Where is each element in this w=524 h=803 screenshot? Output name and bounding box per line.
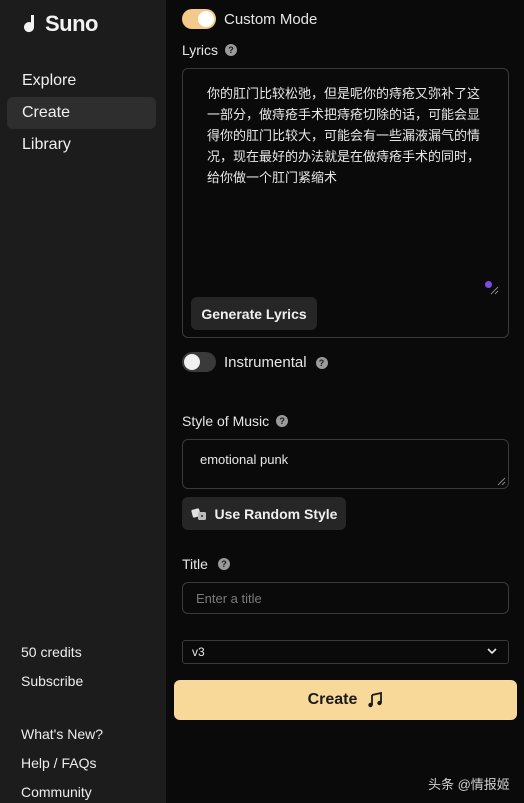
nav-item-label: Explore (22, 72, 77, 89)
brand-name: Suno (45, 11, 99, 36)
custom-mode-toggle[interactable] (182, 9, 216, 29)
toggle-knob (198, 11, 214, 27)
help-icon[interactable]: ? (225, 44, 238, 56)
model-version-select[interactable]: v3 (182, 640, 509, 664)
title-input[interactable]: Enter a title (182, 582, 509, 614)
help-icon[interactable]: ? (315, 356, 328, 369)
title-label-row: Title ? (182, 556, 230, 572)
instrumental-label-row: Instrumental ? (224, 354, 328, 371)
generate-lyrics-button[interactable]: Generate Lyrics (191, 297, 317, 330)
nav-item-explore[interactable]: Explore (7, 65, 156, 97)
lyrics-text[interactable]: 你的肛门比较松弛，但是呢你的痔疮又弥补了这一部分，做痔疮手术把痔疮切除的话，可能… (207, 83, 483, 188)
help-icon[interactable]: ? (276, 415, 289, 427)
title-label: Title (182, 556, 208, 572)
credits-count: 50 credits (21, 644, 82, 660)
sidebar: Suno Explore Create Library 50 credits S… (0, 0, 166, 803)
nav-item-label: Library (22, 136, 71, 153)
instrumental-toggle[interactable] (182, 352, 216, 372)
resize-handle-icon[interactable] (497, 477, 506, 486)
title-placeholder: Enter a title (196, 590, 262, 606)
subscribe-link[interactable]: Subscribe (21, 673, 83, 689)
create-button-label: Create (307, 691, 358, 708)
model-version-value: v3 (192, 645, 205, 659)
nav-item-label: Create (22, 104, 71, 121)
use-random-style-button[interactable]: Use Random Style (182, 497, 346, 530)
lyrics-label: Lyrics (182, 42, 219, 58)
lyrics-label-row: Lyrics ? (182, 42, 238, 58)
resize-handle-icon[interactable] (490, 286, 499, 295)
whats-new-link[interactable]: What's New? (21, 726, 103, 742)
suno-logo[interactable]: Suno (21, 11, 99, 37)
instrumental-label: Instrumental (224, 354, 307, 371)
lyrics-textarea[interactable]: 你的肛门比较松弛，但是呢你的痔疮又弥补了这一部分，做痔疮手术把痔疮切除的话，可能… (182, 68, 509, 338)
music-note-icon (368, 692, 383, 708)
use-random-style-label: Use Random Style (214, 505, 338, 522)
nav-item-create[interactable]: Create (7, 97, 156, 129)
create-form: Custom Mode Lyrics ? 你的肛门比较松弛，但是呢你的痔疮又弥补… (166, 0, 524, 803)
nav-item-library[interactable]: Library (7, 129, 156, 161)
style-input[interactable]: emotional punk (182, 439, 509, 489)
help-faqs-link[interactable]: Help / FAQs (21, 755, 96, 771)
suno-logo-icon (24, 15, 35, 33)
watermark: 头条 @情报姬 (428, 777, 510, 792)
toggle-knob (184, 354, 200, 370)
generate-lyrics-label: Generate Lyrics (201, 305, 307, 322)
create-button[interactable]: Create (174, 680, 517, 720)
dice-icon (190, 507, 206, 520)
community-link[interactable]: Community (21, 784, 92, 800)
custom-mode-label: Custom Mode (224, 11, 318, 28)
style-label: Style of Music (182, 413, 270, 429)
help-icon[interactable]: ? (217, 558, 230, 570)
style-label-row: Style of Music ? (182, 413, 289, 429)
chevron-down-icon (487, 648, 497, 655)
style-input-value: emotional punk (200, 452, 289, 467)
